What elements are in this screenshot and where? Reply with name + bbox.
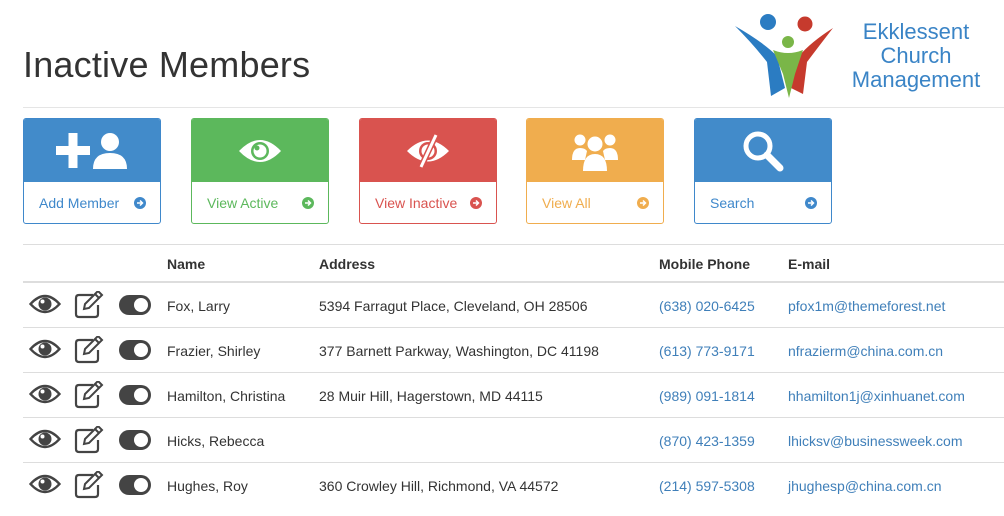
view-inactive-button[interactable]: View Inactive bbox=[359, 118, 497, 224]
view-active-tile-header bbox=[192, 119, 328, 182]
table-top-divider bbox=[23, 244, 1004, 245]
view-all-label: View All bbox=[542, 194, 591, 211]
view-inactive-label: View Inactive bbox=[375, 194, 458, 211]
member-email-link[interactable]: lhicksv@businessweek.com bbox=[788, 433, 963, 449]
toggle-status-icon[interactable] bbox=[118, 294, 152, 316]
member-email-link[interactable]: pfox1m@themeforest.net bbox=[788, 298, 945, 314]
edit-member-icon[interactable] bbox=[74, 426, 104, 454]
logo-text-line3: Management bbox=[851, 67, 981, 92]
member-phone-link[interactable]: (214) 597-5308 bbox=[659, 478, 755, 494]
member-email-link[interactable]: hhamilton1j@xinhuanet.com bbox=[788, 388, 965, 404]
view-member-eye-icon[interactable] bbox=[29, 291, 61, 317]
logo-mark bbox=[735, 14, 833, 98]
table-row: Frazier, Shirley 377 Barnett Parkway, Wa… bbox=[23, 328, 1004, 373]
add-member-button[interactable]: Add Member bbox=[23, 118, 161, 224]
view-all-button[interactable]: View All bbox=[526, 118, 664, 224]
page-title: Inactive Members bbox=[23, 44, 311, 85]
member-name: Hicks, Rebecca bbox=[167, 433, 265, 449]
toggle-status-icon[interactable] bbox=[118, 339, 152, 361]
member-address: 28 Muir Hill, Hagerstown, MD 44115 bbox=[319, 388, 543, 404]
member-phone-link[interactable]: (989) 091-1814 bbox=[659, 388, 755, 404]
add-user-icon bbox=[56, 132, 127, 169]
view-all-tile-header bbox=[527, 119, 663, 182]
member-phone-link[interactable]: (638) 020-6425 bbox=[659, 298, 755, 314]
member-phone-link[interactable]: (613) 773-9171 bbox=[659, 343, 755, 359]
edit-member-icon[interactable] bbox=[74, 381, 104, 409]
view-member-eye-icon[interactable] bbox=[29, 471, 61, 497]
logo-text-line1: Ekklessent bbox=[862, 19, 970, 44]
toggle-status-icon[interactable] bbox=[118, 429, 152, 451]
member-address: 377 Barnett Parkway, Washington, DC 4119… bbox=[319, 343, 599, 359]
search-tile-header bbox=[695, 119, 831, 182]
view-member-eye-icon[interactable] bbox=[29, 426, 61, 452]
table-row: Hamilton, Christina 28 Muir Hill, Hagers… bbox=[23, 373, 1004, 418]
column-header-mobile-phone[interactable]: Mobile Phone bbox=[659, 256, 750, 272]
eye-icon bbox=[239, 139, 281, 162]
search-label: Search bbox=[710, 194, 755, 211]
view-member-eye-icon[interactable] bbox=[29, 381, 61, 407]
users-icon bbox=[572, 134, 618, 171]
table-row: Hicks, Rebecca (870) 423-1359 lhicksv@bu… bbox=[23, 418, 1004, 463]
arrow-circle-right-icon bbox=[805, 196, 817, 209]
view-active-button[interactable]: View Active bbox=[191, 118, 329, 224]
arrow-circle-right-icon bbox=[470, 196, 482, 209]
add-member-label: Add Member bbox=[39, 194, 120, 211]
table-row: Hughes, Roy 360 Crowley Hill, Richmond, … bbox=[23, 463, 1004, 508]
title-divider bbox=[23, 107, 1004, 108]
column-header-address[interactable]: Address bbox=[319, 256, 375, 272]
logo: Ekklessent Church Management bbox=[733, 12, 995, 100]
edit-member-icon[interactable] bbox=[74, 291, 104, 319]
member-name: Frazier, Shirley bbox=[167, 343, 261, 359]
arrow-circle-right-icon bbox=[134, 196, 146, 209]
toggle-status-icon[interactable] bbox=[118, 474, 152, 496]
column-header-name[interactable]: Name bbox=[167, 256, 205, 272]
arrow-circle-right-icon bbox=[302, 196, 314, 209]
member-name: Hughes, Roy bbox=[167, 478, 248, 494]
member-name: Fox, Larry bbox=[167, 298, 231, 314]
member-phone-link[interactable]: (870) 423-1359 bbox=[659, 433, 755, 449]
arrow-circle-right-icon bbox=[637, 196, 649, 209]
member-email-link[interactable]: nfrazierm@china.com.cn bbox=[788, 343, 943, 359]
add-member-tile-header bbox=[24, 119, 160, 182]
member-name: Hamilton, Christina bbox=[167, 388, 286, 404]
logo-text: Ekklessent Church Management bbox=[841, 20, 991, 92]
toggle-status-icon[interactable] bbox=[118, 384, 152, 406]
view-inactive-tile-header bbox=[360, 119, 496, 182]
edit-member-icon[interactable] bbox=[74, 336, 104, 364]
eye-slash-icon bbox=[407, 133, 449, 168]
search-button[interactable]: Search bbox=[694, 118, 832, 224]
view-active-label: View Active bbox=[207, 194, 279, 211]
search-icon bbox=[743, 131, 784, 171]
member-email-link[interactable]: jhughesp@china.com.cn bbox=[788, 478, 942, 494]
view-member-eye-icon[interactable] bbox=[29, 336, 61, 362]
table-row: Fox, Larry 5394 Farragut Place, Clevelan… bbox=[23, 283, 1004, 328]
member-address: 360 Crowley Hill, Richmond, VA 44572 bbox=[319, 478, 559, 494]
edit-member-icon[interactable] bbox=[74, 471, 104, 499]
member-address: 5394 Farragut Place, Cleveland, OH 28506 bbox=[319, 298, 588, 314]
logo-text-line2: Church bbox=[880, 43, 952, 68]
column-header-email[interactable]: E-mail bbox=[788, 256, 830, 272]
